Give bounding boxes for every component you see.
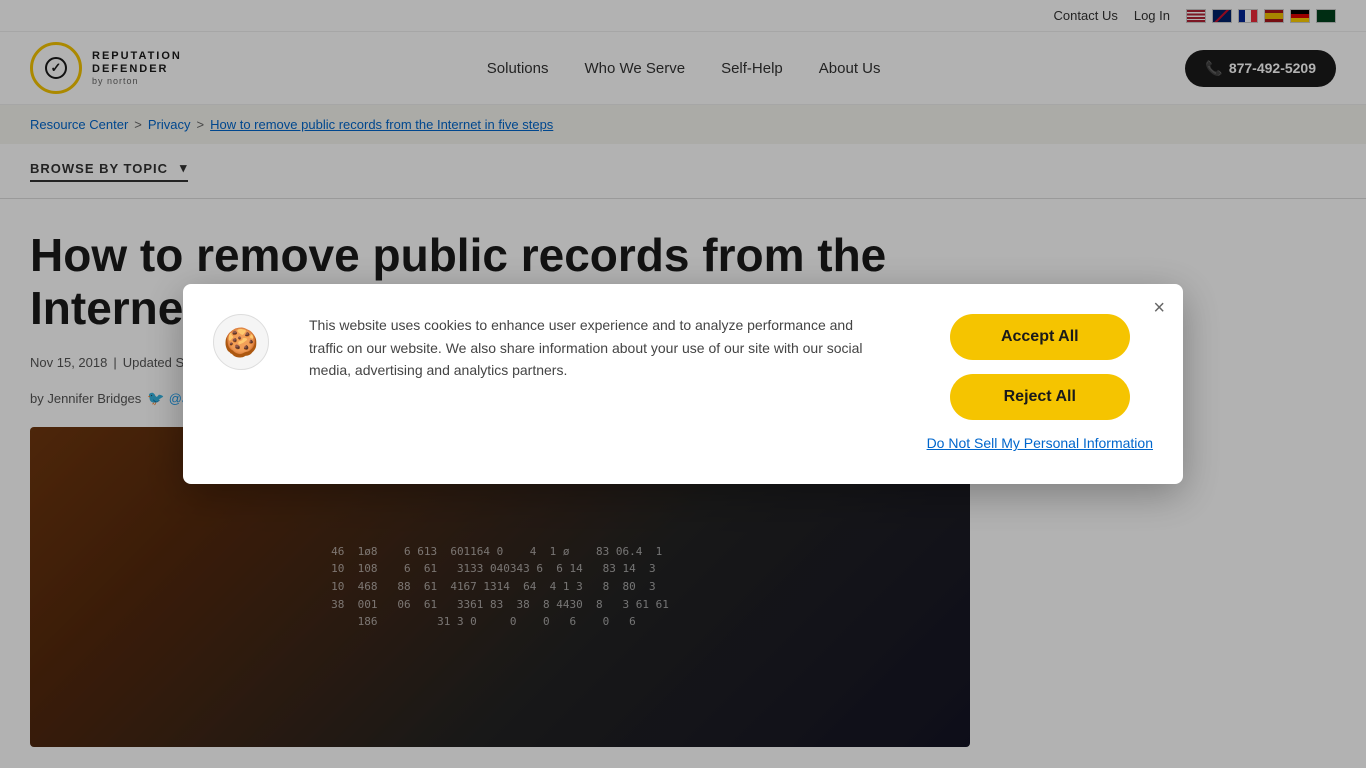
cookie-text: This website uses cookies to enhance use… [309, 314, 887, 381]
cookie-icon: 🍪 [213, 314, 269, 370]
cookie-modal: × 🍪 This website uses cookies to enhance… [183, 284, 1183, 484]
do-not-sell-button[interactable]: Do Not Sell My Personal Information [927, 434, 1153, 454]
cookie-content: This website uses cookies to enhance use… [309, 314, 887, 381]
accept-all-button[interactable]: Accept All [950, 314, 1130, 360]
cookie-actions: Accept All Reject All Do Not Sell My Per… [927, 314, 1153, 454]
reject-all-button[interactable]: Reject All [950, 374, 1130, 420]
close-button[interactable]: × [1153, 298, 1165, 318]
modal-overlay: × 🍪 This website uses cookies to enhance… [0, 0, 1366, 768]
